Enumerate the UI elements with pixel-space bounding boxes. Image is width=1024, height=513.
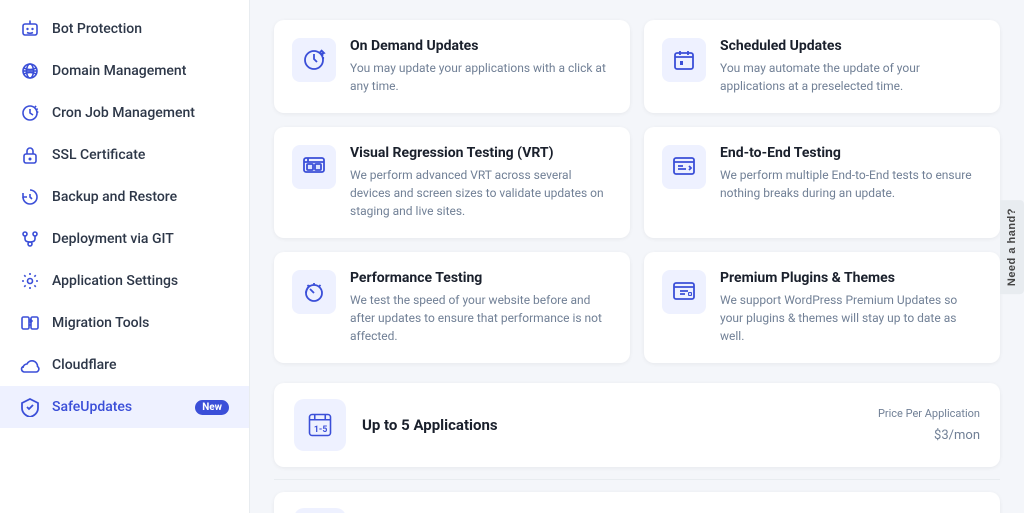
sidebar: Bot Protection Domain Management Cron Jo…	[0, 0, 250, 513]
e2e-testing-content: End-to-End Testing We perform multiple E…	[720, 145, 982, 202]
vrt-icon	[292, 145, 336, 189]
performance-testing-desc: We test the speed of your website before…	[350, 291, 612, 345]
ssl-icon	[20, 145, 40, 165]
card-scheduled-updates: Scheduled Updates You may automate the u…	[644, 20, 1000, 113]
performance-testing-title: Performance Testing	[350, 270, 612, 286]
vrt-content: Visual Regression Testing (VRT) We perfo…	[350, 145, 612, 220]
card-on-demand-updates: On Demand Updates You may update your ap…	[274, 20, 630, 113]
pricing-1-5-info: Up to 5 Applications	[362, 416, 862, 434]
sidebar-item-label: Application Settings	[52, 273, 178, 289]
on-demand-updates-desc: You may update your applications with a …	[350, 59, 612, 95]
git-icon	[20, 229, 40, 249]
need-hand-button[interactable]: Need a hand?	[1000, 200, 1024, 294]
vrt-desc: We perform advanced VRT across several d…	[350, 166, 612, 220]
feature-cards-grid: On Demand Updates You may update your ap…	[274, 20, 1000, 363]
domain-management-icon	[20, 61, 40, 81]
premium-plugins-content: Premium Plugins & Themes We support Word…	[720, 270, 982, 345]
cron-job-icon	[20, 103, 40, 123]
pricing-section: 1-5 Up to 5 Applications Price Per Appli…	[274, 383, 1000, 513]
premium-plugins-icon	[662, 270, 706, 314]
pricing-6plus-icon: 6 +	[294, 508, 346, 513]
sidebar-item-label: Cron Job Management	[52, 105, 195, 121]
sidebar-item-bot-protection[interactable]: Bot Protection	[0, 8, 249, 50]
pricing-1-5-title: Up to 5 Applications	[362, 416, 862, 434]
premium-plugins-desc: We support WordPress Premium Updates so …	[720, 291, 982, 345]
sidebar-item-label: SSL Certificate	[52, 147, 145, 163]
scheduled-updates-icon	[662, 38, 706, 82]
sidebar-item-safeupdates[interactable]: SafeUpdates New	[0, 386, 249, 428]
pricing-row-1-5: 1-5 Up to 5 Applications Price Per Appli…	[274, 383, 1000, 467]
sidebar-item-ssl[interactable]: SSL Certificate	[0, 134, 249, 176]
card-vrt: Visual Regression Testing (VRT) We perfo…	[274, 127, 630, 238]
card-e2e-testing: End-to-End Testing We perform multiple E…	[644, 127, 1000, 238]
pricing-divider	[274, 479, 1000, 480]
sidebar-item-app-settings[interactable]: Application Settings	[0, 260, 249, 302]
safeupdates-icon	[20, 397, 40, 417]
svg-text:1-5: 1-5	[314, 425, 328, 435]
scheduled-updates-content: Scheduled Updates You may automate the u…	[720, 38, 982, 95]
premium-plugins-title: Premium Plugins & Themes	[720, 270, 982, 286]
sidebar-item-label: Migration Tools	[52, 315, 149, 331]
new-badge: New	[195, 400, 229, 415]
pricing-1-5-amount: $3/mon	[878, 420, 980, 444]
pricing-1-5-cost: Price Per Application $3/mon	[878, 407, 980, 444]
performance-testing-content: Performance Testing We test the speed of…	[350, 270, 612, 345]
sidebar-item-cron-job[interactable]: Cron Job Management	[0, 92, 249, 134]
sidebar-item-label: Bot Protection	[52, 21, 142, 37]
sidebar-item-domain-management[interactable]: Domain Management	[0, 50, 249, 92]
e2e-testing-icon	[662, 145, 706, 189]
pricing-row-6plus: 6 + 6+ Applications Save an extra $1 whe…	[274, 492, 1000, 513]
sidebar-item-migration[interactable]: Migration Tools	[0, 302, 249, 344]
sidebar-item-label: Cloudflare	[52, 357, 116, 373]
need-hand-wrapper: Need a hand?	[1000, 200, 1024, 294]
sidebar-item-label: Backup and Restore	[52, 189, 177, 205]
sidebar-item-git[interactable]: Deployment via GIT	[0, 218, 249, 260]
sidebar-item-cloudflare[interactable]: Cloudflare	[0, 344, 249, 386]
card-performance-testing: Performance Testing We test the speed of…	[274, 252, 630, 363]
app-settings-icon	[20, 271, 40, 291]
scheduled-updates-desc: You may automate the update of your appl…	[720, 59, 982, 95]
performance-testing-icon	[292, 270, 336, 314]
e2e-testing-title: End-to-End Testing	[720, 145, 982, 161]
main-content: On Demand Updates You may update your ap…	[250, 0, 1024, 513]
sidebar-item-label: SafeUpdates	[52, 399, 132, 415]
migration-icon	[20, 313, 40, 333]
scheduled-updates-title: Scheduled Updates	[720, 38, 982, 54]
sidebar-item-backup[interactable]: Backup and Restore	[0, 176, 249, 218]
card-premium-plugins: Premium Plugins & Themes We support Word…	[644, 252, 1000, 363]
backup-icon	[20, 187, 40, 207]
pricing-1-5-label: Price Per Application	[878, 407, 980, 420]
cloudflare-icon	[20, 355, 40, 375]
on-demand-updates-title: On Demand Updates	[350, 38, 612, 54]
e2e-testing-desc: We perform multiple End-to-End tests to …	[720, 166, 982, 202]
pricing-1-5-icon: 1-5	[294, 399, 346, 451]
on-demand-updates-icon	[292, 38, 336, 82]
sidebar-item-label: Domain Management	[52, 63, 186, 79]
bot-protection-icon	[20, 19, 40, 39]
vrt-title: Visual Regression Testing (VRT)	[350, 145, 612, 161]
sidebar-item-label: Deployment via GIT	[52, 231, 174, 247]
on-demand-updates-content: On Demand Updates You may update your ap…	[350, 38, 612, 95]
